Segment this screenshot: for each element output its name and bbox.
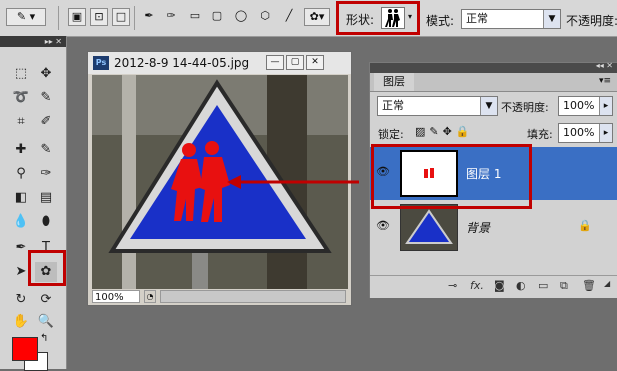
mode-value: 正常 xyxy=(466,12,488,25)
tab-layers[interactable]: 图层 xyxy=(374,73,414,91)
fx-icon[interactable]: fx. xyxy=(470,279,484,292)
delete-layer-icon[interactable]: 🗑 xyxy=(582,279,596,292)
rectangle-icon[interactable]: ▭ xyxy=(186,8,204,26)
ps-badge: Ps xyxy=(93,56,109,70)
opacity-label: 不透明度: xyxy=(566,14,617,28)
ellipse-icon[interactable]: ◯ xyxy=(232,8,250,26)
tool-preset-picker[interactable]: ✎ ▾ xyxy=(6,8,46,26)
marquee-tool-icon[interactable]: ⬚ xyxy=(10,64,32,84)
visibility-eye-icon[interactable]: 👁 xyxy=(376,219,390,233)
pen-icon[interactable]: ✒ xyxy=(140,8,158,26)
toolbox: ▸▸ ✕ ⬚ ✥ ➰ ✎ ⌗ ✐ ✚ ✎ ⚲ ✑ ◧ ▤ 💧 ⬮ ✒ T ➤ ✿… xyxy=(0,36,67,371)
blur-tool-icon[interactable]: 💧 xyxy=(10,212,32,232)
status-menu-icon[interactable]: ◔ xyxy=(144,290,156,303)
lock-label: 锁定: xyxy=(378,128,404,141)
shape-layers-icon[interactable]: ▣ xyxy=(68,8,86,26)
document-title: 2012-8-9 14-44-05.jpg xyxy=(114,56,250,70)
layer-thumbnail xyxy=(400,204,458,251)
adjustment-layer-icon[interactable]: ◐ xyxy=(516,279,526,292)
pedestrians-shape-icon xyxy=(385,9,400,27)
separator xyxy=(58,6,59,30)
lasso-tool-icon[interactable]: ➰ xyxy=(10,88,32,108)
lock-icon: 🔒 xyxy=(578,219,592,232)
shape-picker[interactable] xyxy=(381,7,405,29)
horizontal-scrollbar[interactable] xyxy=(160,290,346,303)
fill-field[interactable]: 100% ▸ xyxy=(558,123,613,143)
3d-orbit-tool-icon[interactable]: ⟳ xyxy=(35,290,57,310)
layers-panel: ◂◂ ✕ 图层 ▾≡ 正常 ▼ 不透明度: 100% ▸ 锁定: ▨✎✥🔒 填充… xyxy=(369,61,617,298)
move-tool-icon[interactable]: ✥ xyxy=(35,64,57,84)
brush-tool-icon[interactable]: ✎ xyxy=(35,140,57,160)
zoom-tool-icon[interactable]: 🔍 xyxy=(35,312,57,332)
add-mask-icon[interactable]: ◙ xyxy=(494,279,505,292)
background-thumb-sign xyxy=(405,209,453,244)
chevron-down-icon: ▼ xyxy=(543,10,560,28)
gradient-tool-icon[interactable]: ▤ xyxy=(35,188,57,208)
rounded-rectangle-icon[interactable]: ▢ xyxy=(208,8,226,26)
shape-dropdown-arrow-icon[interactable]: ▾ xyxy=(408,12,412,21)
document-title-bar: Ps 2012-8-9 14-44-05.jpg — ▢ ✕ xyxy=(88,52,351,74)
new-layer-icon[interactable]: ⧉ xyxy=(560,279,568,293)
panel-menu-icon[interactable]: ▾≡ xyxy=(599,76,611,86)
fill-value: 100% xyxy=(563,126,595,139)
new-group-icon[interactable]: ▭ xyxy=(538,279,548,292)
hand-tool-icon[interactable]: ✋ xyxy=(10,312,32,332)
custom-shape-icon[interactable]: ✿▾ xyxy=(304,8,330,26)
layers-panel-header: ◂◂ ✕ xyxy=(370,61,617,73)
fill-label: 填充: xyxy=(527,128,553,141)
3d-rotate-tool-icon[interactable]: ↻ xyxy=(10,290,32,310)
mode-select[interactable]: 正常 ▼ xyxy=(461,9,561,29)
layer-opacity-value: 100% xyxy=(563,99,595,112)
dodge-tool-icon[interactable]: ⬮ xyxy=(35,212,57,232)
link-layers-icon[interactable]: ⊸ xyxy=(448,279,457,292)
foreground-color-swatch[interactable] xyxy=(12,337,38,361)
crop-tool-icon[interactable]: ⌗ xyxy=(10,112,32,132)
mode-label: 模式: xyxy=(426,14,455,28)
layer-name: 背景 xyxy=(466,221,491,235)
blend-mode-value: 正常 xyxy=(382,99,404,112)
quick-select-tool-icon[interactable]: ✎ xyxy=(35,88,57,108)
freeform-pen-icon[interactable]: ✑ xyxy=(162,8,180,26)
minimize-button[interactable]: — xyxy=(266,55,284,70)
custom-shape-highlight-box xyxy=(28,250,66,286)
layers-tab-strip: 图层 ▾≡ xyxy=(370,73,617,92)
blend-mode-select[interactable]: 正常 ▼ xyxy=(377,96,498,116)
fill-arrow-icon: ▸ xyxy=(599,124,612,142)
polygon-icon[interactable]: ⬡ xyxy=(256,8,274,26)
layer-highlight-box xyxy=(371,144,532,209)
healing-brush-tool-icon[interactable]: ✚ xyxy=(10,140,32,160)
annotation-arrow xyxy=(227,175,359,189)
eraser-tool-icon[interactable]: ◧ xyxy=(10,188,32,208)
lock-icons[interactable]: ▨✎✥🔒 xyxy=(415,125,474,138)
options-bar: ✎ ▾ ▣ ⊡ □ ✒ ✑ ▭ ▢ ◯ ⬡ ╱ ✿▾ 形状: ▾ 模式: 正常 … xyxy=(0,0,617,37)
layer-opacity-label: 不透明度: xyxy=(501,101,549,114)
document-status-bar: 100% ◔ xyxy=(88,289,351,305)
eyedropper-tool-icon[interactable]: ✐ xyxy=(35,112,57,132)
panel-collapse-icon[interactable]: ◂◂ ✕ xyxy=(596,61,613,70)
layers-panel-footer: ⊸ fx. ◙ ◐ ▭ ⧉ 🗑 ◢ xyxy=(370,275,617,298)
history-brush-tool-icon[interactable]: ✑ xyxy=(35,164,57,184)
zoom-level-field[interactable]: 100% xyxy=(92,290,140,303)
shape-label: 形状: xyxy=(346,13,375,27)
paths-icon[interactable]: ⊡ xyxy=(90,8,108,26)
swap-colors-icon[interactable]: ↰ xyxy=(40,333,48,344)
close-button[interactable]: ✕ xyxy=(306,55,324,70)
fill-pixels-icon[interactable]: □ xyxy=(112,8,130,26)
clone-stamp-tool-icon[interactable]: ⚲ xyxy=(10,164,32,184)
opacity-arrow-icon: ▸ xyxy=(599,97,612,115)
layer-opacity-field[interactable]: 100% ▸ xyxy=(558,96,613,116)
toolbox-header: ▸▸ ✕ xyxy=(0,36,66,47)
resize-grip-icon[interactable]: ◢ xyxy=(604,279,610,288)
separator xyxy=(134,6,135,30)
chevron-down-icon: ▼ xyxy=(480,97,497,115)
line-icon[interactable]: ╱ xyxy=(280,8,298,26)
maximize-button[interactable]: ▢ xyxy=(286,55,304,70)
